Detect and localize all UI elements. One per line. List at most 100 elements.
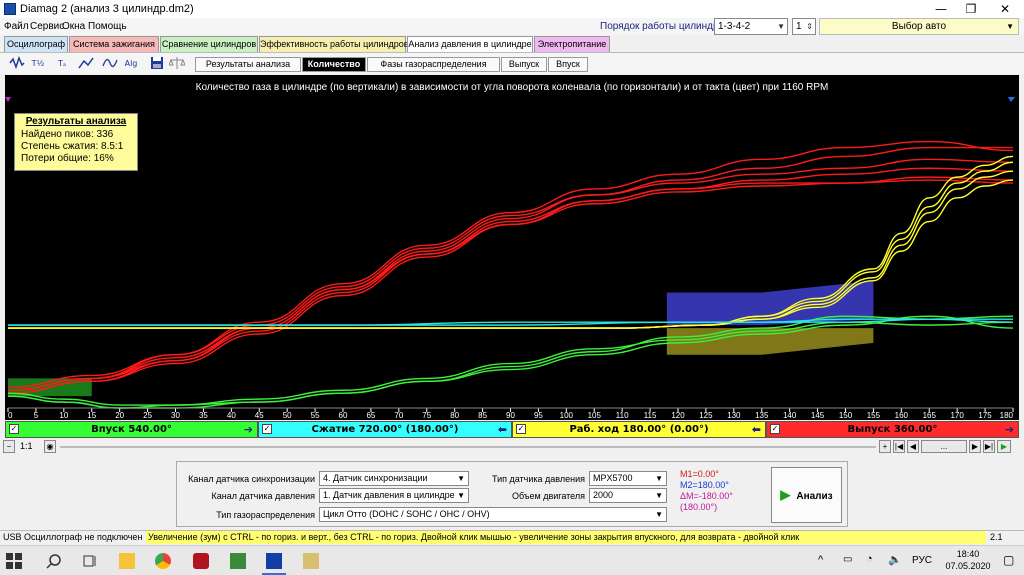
phase-exhaust[interactable]: ✓ Выпуск 360.00° ➔ — [766, 421, 1019, 438]
chevron-up-icon[interactable]: ^ — [818, 554, 823, 566]
x-tick-label: 75 — [422, 411, 431, 420]
results-title: Результаты анализа — [25, 116, 127, 127]
notification-icon[interactable]: ▢ — [1003, 553, 1014, 567]
next-page-icon[interactable]: ▶ — [969, 440, 981, 453]
chevron-down-icon: ▼ — [655, 491, 663, 500]
algorithm-icon[interactable]: Alg — [122, 56, 140, 72]
version-label: 2.1 — [990, 532, 1003, 542]
first-page-icon[interactable]: |◀ — [893, 440, 905, 453]
file-explorer-icon[interactable] — [119, 553, 135, 569]
phase-intake[interactable]: ✓ Впуск 540.00° ➔ — [5, 421, 258, 438]
arrow-left-icon[interactable]: ⬅ — [752, 422, 761, 437]
task-view-icon[interactable] — [82, 553, 98, 569]
subtab-results[interactable]: Результаты анализа — [195, 57, 301, 72]
x-tick-label: 125 — [699, 411, 713, 420]
maximize-button[interactable]: ❐ — [956, 0, 986, 18]
page-indicator[interactable]: ... — [921, 440, 967, 453]
phase-compression[interactable]: ✓ Сжатие 720.00° (180.00°) ⬅ — [258, 421, 512, 438]
results-compression: Степень сжатия: 8.5:1 — [21, 141, 124, 152]
phase-power[interactable]: ✓ Раб. ход 180.00° (0.00°) ⬅ — [512, 421, 766, 438]
windows-taskbar: ^ ▭ ◔ 🔈 РУС 18:40 07.05.2020 ▢ — [0, 545, 1024, 575]
chart-canvas[interactable]: Количество газа в цилиндре (по вертикали… — [5, 75, 1019, 420]
windows-start-icon[interactable] — [6, 553, 22, 569]
wifi-icon[interactable]: ◔ — [866, 553, 873, 565]
app-palette-icon[interactable] — [303, 553, 319, 569]
arrow-right-icon[interactable]: ➔ — [244, 422, 253, 437]
t-half-icon[interactable]: T½ — [29, 56, 47, 72]
subtab-intake[interactable]: Впуск — [548, 57, 588, 72]
search-icon[interactable] — [46, 553, 62, 569]
scale-icon[interactable] — [168, 56, 186, 72]
volume-icon[interactable]: 🔈 — [888, 553, 902, 566]
marker-m2-icon[interactable] — [1008, 97, 1015, 102]
tab-pressure-analysis[interactable]: Анализ давления в цилиндре — [407, 36, 533, 53]
save-icon[interactable] — [148, 56, 166, 72]
checkbox-icon[interactable]: ✓ — [262, 424, 272, 434]
cylinder-stepper[interactable]: 1 ⇕ — [792, 18, 816, 35]
zoom-reset-icon[interactable]: ◉ — [44, 440, 56, 453]
tab-oscilloscope[interactable]: Осциллограф — [4, 36, 68, 52]
marker-m1: M1=0.00° — [680, 469, 719, 479]
chevron-down-icon: ▼ — [457, 491, 465, 500]
analysis-results-box: Результаты анализа Найдено пиков: 336 Ст… — [14, 113, 138, 171]
chart-title: Количество газа в цилиндре (по вертикали… — [196, 82, 829, 93]
language-indicator[interactable]: РУС — [912, 555, 932, 566]
minimize-button[interactable]: — — [926, 0, 956, 18]
spin-icon: ⇕ — [806, 22, 813, 31]
sync-channel-select[interactable]: 4. Датчик синхронизации ▼ — [319, 471, 469, 486]
app-chip-icon[interactable] — [230, 553, 246, 569]
prev-page-icon[interactable]: ◀ — [907, 440, 919, 453]
scrollbar-track[interactable] — [60, 446, 876, 448]
gas-distribution-select[interactable]: Цикл Отто (DOHC / SOHC / OHC / OHV) ▼ — [319, 507, 667, 522]
arrow-right-icon[interactable]: ➔ — [1005, 422, 1014, 437]
tab-ignition[interactable]: Система зажигания — [69, 36, 159, 52]
chrome-icon[interactable] — [155, 553, 171, 569]
menu-help[interactable]: Помощь — [88, 21, 127, 32]
tab-power-supply[interactable]: Электропитание — [534, 36, 610, 52]
checkbox-icon[interactable]: ✓ — [9, 424, 19, 434]
app-red-icon[interactable] — [193, 553, 209, 569]
arrow-left-icon[interactable]: ⬅ — [498, 422, 507, 437]
subtab-valve-timing[interactable]: Фазы газораспределения — [367, 57, 500, 72]
menu-file[interactable]: Файл — [4, 21, 29, 32]
engine-volume-select[interactable]: 2000 ▼ — [589, 488, 667, 503]
x-tick-label: 130 — [727, 411, 741, 420]
analysis-settings-panel: Канал датчика синхронизации 4. Датчик си… — [176, 461, 848, 527]
sensor-type-select[interactable]: MPX5700 ▼ — [589, 471, 667, 486]
clock-time[interactable]: 18:40 — [948, 549, 988, 559]
marker-m1-icon[interactable] — [5, 97, 11, 102]
pressure-channel-select[interactable]: 1. Датчик давления в цилиндре ▼ — [319, 488, 469, 503]
stroke-phase-bar: ✓ Впуск 540.00° ➔ ✓ Сжатие 720.00° (180.00°… — [5, 421, 1019, 438]
checkbox-icon[interactable]: ✓ — [516, 424, 526, 434]
last-page-icon[interactable]: ▶| — [983, 440, 995, 453]
subtab-quantity[interactable]: Количество — [302, 57, 366, 72]
subtab-exhaust[interactable]: Выпуск — [501, 57, 547, 72]
wave-small-icon[interactable] — [101, 56, 119, 72]
analyze-button[interactable]: ▶ Анализ — [771, 467, 842, 523]
x-tick-label: 115 — [644, 411, 657, 420]
cylinder-order-select[interactable]: 1-3-4-2 ▼ — [714, 18, 788, 35]
t-auto-icon[interactable]: Tₐ — [53, 56, 71, 72]
tab-cylinder-compare[interactable]: Сравнение цилиндров — [160, 36, 258, 52]
close-button[interactable]: ✕ — [988, 0, 1022, 18]
tray-icon[interactable]: ▭ — [843, 554, 852, 565]
play-icon[interactable]: ▶ — [997, 440, 1011, 453]
pressure-channel-value: 1. Датчик давления в цилиндре — [323, 490, 455, 500]
x-tick-label: 70 — [394, 411, 403, 420]
menu-service[interactable]: Сервис — [30, 21, 64, 32]
zoom-out-icon[interactable]: − — [3, 440, 15, 453]
x-tick-label: 15 — [87, 411, 96, 420]
phase-intake-label: Впуск 540.00° — [91, 424, 172, 435]
zoom-in-icon[interactable]: + — [879, 440, 891, 453]
trend-icon[interactable] — [77, 56, 95, 72]
x-tick-label: 165 — [923, 411, 937, 420]
diamag-icon[interactable] — [266, 553, 282, 569]
waveform-icon[interactable] — [8, 55, 26, 72]
clock-date[interactable]: 07.05.2020 — [940, 561, 996, 571]
tab-cylinder-efficiency[interactable]: Эффективность работы цилиндров — [259, 36, 409, 52]
checkbox-icon[interactable]: ✓ — [770, 424, 780, 434]
navigation-bar: − 1:1 ◉ + |◀ ◀ ... ▶ ▶| ▶ — [0, 439, 1024, 455]
auto-select[interactable]: Выбор авто ▼ — [819, 18, 1019, 35]
menu-windows[interactable]: Окна — [62, 21, 85, 32]
pressure-chart[interactable]: Количество газа в цилиндре (по вертикали… — [5, 75, 1019, 420]
